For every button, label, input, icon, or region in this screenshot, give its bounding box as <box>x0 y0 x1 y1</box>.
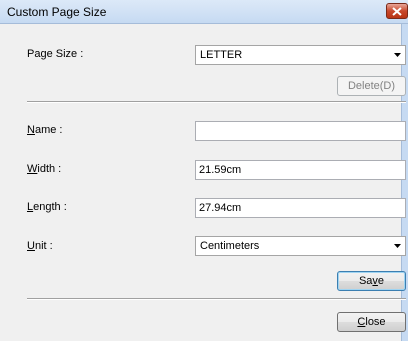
name-label: Name : <box>27 124 62 136</box>
length-value: 27.94cm <box>199 202 242 214</box>
delete-button[interactable]: Delete(D) <box>337 76 406 96</box>
save-label-pre: Sa <box>358 275 373 287</box>
window-title: Custom Page Size <box>7 5 107 19</box>
name-field[interactable] <box>195 121 406 141</box>
width-label: Width : <box>27 163 61 175</box>
separator-bottom <box>27 298 406 300</box>
custom-page-size-dialog: Custom Page Size Page Size : LETTER Dele… <box>0 0 408 341</box>
name-label-accel: N <box>27 124 35 136</box>
unit-label-rest: nit : <box>34 240 53 252</box>
width-field[interactable]: 21.59cm <box>195 160 406 180</box>
save-label-post: e <box>377 275 385 287</box>
close-window-button[interactable] <box>386 3 408 19</box>
length-field[interactable]: 27.94cm <box>195 198 406 218</box>
length-label-rest: ength : <box>33 201 67 213</box>
width-label-rest: idth : <box>37 163 62 175</box>
unit-value: Centimeters <box>200 240 260 252</box>
unit-label: Unit : <box>27 240 53 252</box>
chevron-down-icon <box>394 53 401 57</box>
window-frame-right <box>401 24 408 341</box>
delete-button-label: Delete(D) <box>347 80 396 92</box>
page-size-dropdown[interactable]: LETTER <box>195 45 406 65</box>
page-size-value: LETTER <box>200 49 243 61</box>
length-label: Length : <box>27 201 67 213</box>
close-button[interactable]: Close <box>337 312 406 332</box>
separator-top <box>27 101 406 103</box>
save-button[interactable]: Save <box>337 271 406 291</box>
unit-dropdown[interactable]: Centimeters <box>195 236 406 256</box>
chevron-down-icon <box>394 244 401 248</box>
width-value: 21.59cm <box>199 164 242 176</box>
title-bar[interactable]: Custom Page Size <box>0 0 408 24</box>
close-label-post: lose <box>365 316 386 328</box>
name-label-rest: ame : <box>34 124 63 136</box>
close-icon <box>392 6 402 16</box>
page-size-label: Page Size : <box>27 48 84 60</box>
width-label-accel: W <box>27 163 38 175</box>
unit-label-accel: U <box>27 240 35 252</box>
